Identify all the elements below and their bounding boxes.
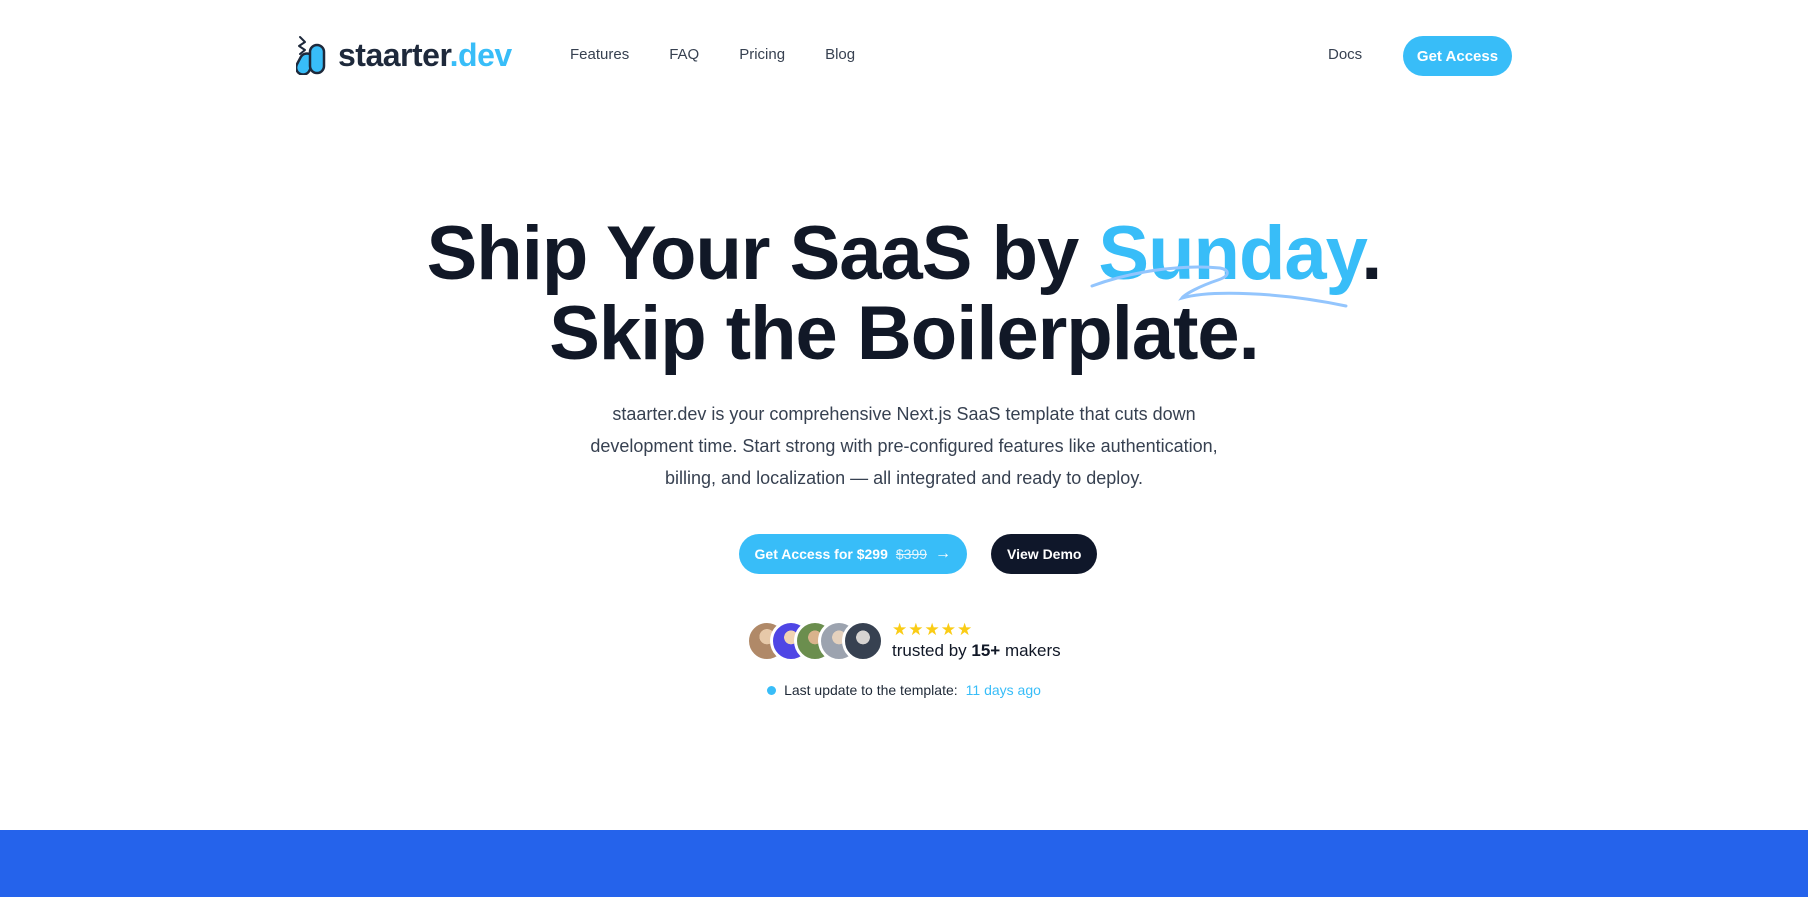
get-access-button[interactable]: Get Access (1403, 36, 1512, 76)
get-access-price-button[interactable]: Get Access for $299 $399 → (738, 534, 968, 574)
brand-name: staarter.dev (338, 37, 512, 74)
avatar (842, 620, 884, 662)
logo-icon (296, 36, 326, 75)
hero-subtitle-text: staarter.dev is your comprehensive Next.… (590, 404, 1218, 488)
trusted-prefix: trusted by (892, 641, 972, 660)
get-access-price-label: Get Access for $299 (754, 546, 888, 562)
brand-name-main: staarter (338, 36, 450, 73)
view-demo-button[interactable]: View Demo (991, 534, 1098, 574)
rating: ★★★★★ trusted by 15+ makers (892, 621, 1061, 661)
last-update-label: Last update to the template: (784, 682, 958, 698)
brand-name-accent: .dev (449, 36, 513, 73)
maker-avatars (746, 620, 884, 662)
top-nav: staarter.dev Features FAQ Pricing Blog D… (0, 0, 1808, 112)
trusted-by-text: trusted by 15+ makers (892, 641, 1061, 661)
social-proof: ★★★★★ trusted by 15+ makers (746, 620, 1061, 662)
nav-links: Features FAQ Pricing Blog (570, 46, 855, 63)
nav-link-features[interactable]: Features (570, 46, 629, 63)
nav-link-pricing[interactable]: Pricing (739, 46, 785, 63)
hero-title-prefix: Ship Your SaaS by (426, 211, 1099, 296)
star-rating-icon: ★★★★★ (892, 620, 974, 639)
arrow-right-icon: → (935, 545, 952, 562)
nav-link-blog[interactable]: Blog (825, 46, 855, 63)
hero-subtitle: staarter.dev is your comprehensive Next.… (0, 398, 1808, 494)
brand-logo[interactable]: staarter.dev (296, 32, 512, 78)
old-price: $399 (895, 546, 928, 562)
status-dot-icon (767, 685, 777, 695)
cta-row: Get Access for $299 $399 → View Demo (0, 534, 1808, 574)
last-update: Last update to the template: 11 days ago (0, 682, 1808, 698)
trusted-count: 15+ (971, 641, 1001, 660)
last-update-ago: 11 days ago (965, 682, 1041, 698)
squiggle-underline-decoration (1090, 265, 1348, 308)
trusted-suffix: makers (1000, 641, 1061, 660)
hero-title-suffix: . (1361, 211, 1382, 296)
blue-section-band (0, 830, 1808, 897)
nav-link-docs[interactable]: Docs (1328, 46, 1362, 63)
nav-link-faq[interactable]: FAQ (669, 46, 699, 63)
hero-title: Ship Your SaaS by Sunday. Skip the Boile… (0, 214, 1808, 374)
